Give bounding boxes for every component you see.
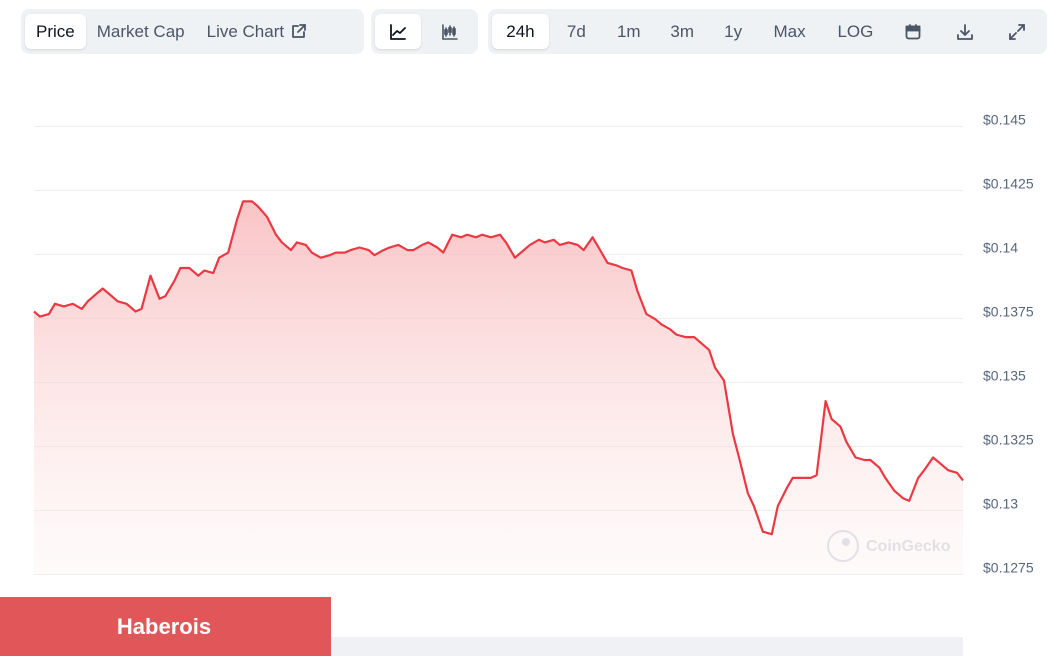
coingecko-logo-eye — [842, 538, 850, 546]
y-tick-label: $0.1425 — [983, 176, 1034, 192]
watermark-text: CoinGecko — [866, 538, 951, 555]
y-tick-label: $0.145 — [983, 112, 1026, 128]
y-tick-label: $0.1375 — [983, 304, 1034, 320]
site-banner: Haberois — [0, 597, 331, 656]
price-area-fill — [34, 201, 963, 575]
y-tick-label: $0.1275 — [983, 560, 1034, 576]
y-axis-labels: $0.145 $0.1425 $0.14 $0.1375 $0.135 $0.1325 $0… — [983, 112, 1034, 576]
banner-label: Haberois — [116, 613, 212, 639]
y-tick-label: $0.1325 — [983, 432, 1034, 448]
y-tick-label: $0.13 — [983, 496, 1018, 512]
y-tick-label: $0.14 — [983, 240, 1018, 256]
y-tick-label: $0.135 — [983, 368, 1026, 384]
price-chart: $0.145 $0.1425 $0.14 $0.1375 $0.135 $0.1325 $0… — [33, 112, 1034, 656]
